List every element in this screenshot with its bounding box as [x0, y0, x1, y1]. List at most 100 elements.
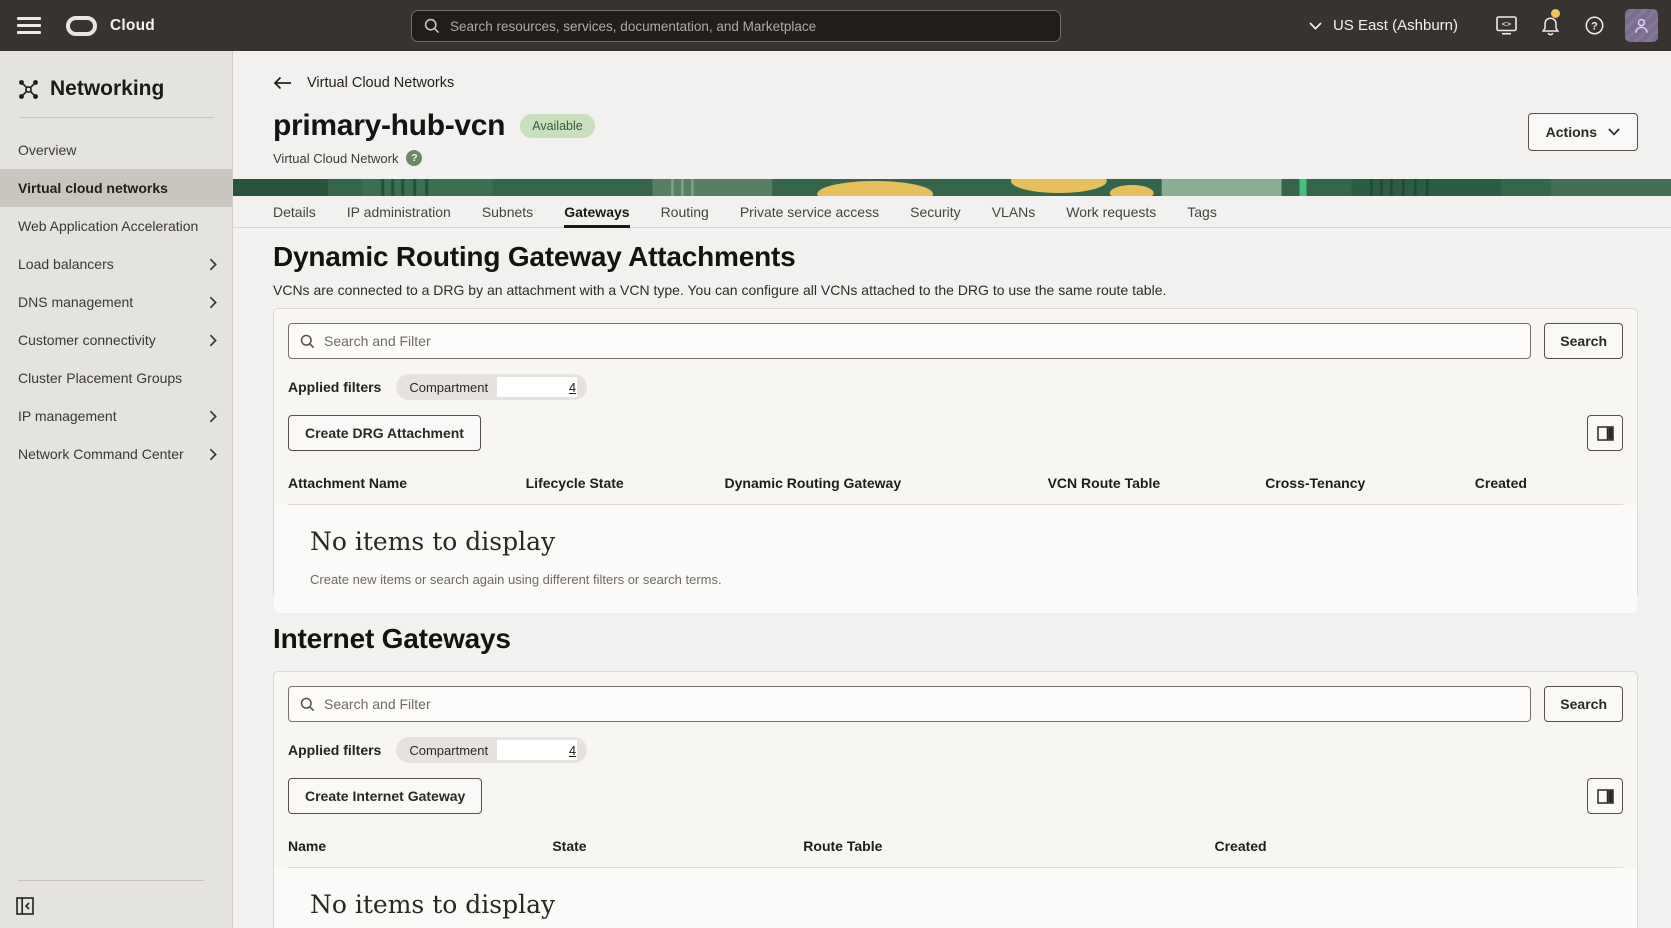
chevron-right-icon — [209, 448, 217, 461]
breadcrumb-link[interactable]: Virtual Cloud Networks — [307, 75, 454, 91]
drg-search-input[interactable] — [324, 333, 1519, 349]
create-internet-gateway-button[interactable]: Create Internet Gateway — [288, 778, 482, 814]
sidebar-item-cluster-placement-groups[interactable]: Cluster Placement Groups — [0, 359, 232, 397]
tab-security[interactable]: Security — [910, 196, 961, 227]
tab-details[interactable]: Details — [273, 196, 316, 227]
column-header-name: Name — [288, 838, 552, 854]
drg-section-title: Dynamic Routing Gateway Attachments — [273, 241, 796, 273]
global-search-bar[interactable] — [411, 10, 1061, 42]
compartment-filter-chip[interactable]: Compartment 4 — [396, 737, 587, 763]
main-content: Virtual Cloud Networks primary-hub-vcn A… — [233, 51, 1671, 928]
sidebar-item-dns-management[interactable]: DNS management — [0, 283, 232, 321]
compartment-filter-chip[interactable]: Compartment 4 — [396, 374, 587, 400]
drg-empty-state: No items to display Create new items or … — [274, 505, 1637, 613]
back-arrow-icon — [273, 76, 292, 90]
sidebar-item-label: Virtual cloud networks — [18, 180, 168, 196]
column-header-cross-tenancy: Cross-Tenancy — [1265, 475, 1475, 491]
collapse-panel-icon — [16, 897, 34, 915]
cloud-shell-button[interactable]: <> — [1484, 16, 1528, 35]
filter-chip-link[interactable]: 4 — [569, 380, 576, 395]
sidebar-navigation: Networking Overview Virtual cloud networ… — [0, 51, 233, 928]
igw-empty-state: No items to display Create new items or … — [274, 868, 1637, 928]
user-avatar[interactable] — [1625, 9, 1658, 42]
sidebar-item-web-application-acceleration[interactable]: Web Application Acceleration — [0, 207, 232, 245]
tab-tags[interactable]: Tags — [1187, 196, 1217, 227]
filter-chip-name: Compartment — [409, 380, 488, 395]
sidebar-item-label: Web Application Acceleration — [18, 218, 198, 234]
resource-type-label: Virtual Cloud Network — [273, 151, 398, 166]
column-header-attachment-name: Attachment Name — [288, 475, 526, 491]
column-header-created: Created — [1214, 838, 1623, 854]
help-icon: ? — [1585, 16, 1604, 35]
sidebar-item-label: Load balancers — [18, 256, 114, 272]
drg-search-field[interactable] — [288, 323, 1531, 359]
tab-private-service-access[interactable]: Private service access — [740, 196, 879, 227]
tab-ip-administration[interactable]: IP administration — [347, 196, 451, 227]
empty-state-message: Create new items or search again using d… — [310, 572, 1601, 587]
actions-button[interactable]: Actions — [1528, 113, 1638, 151]
drg-table-header: Attachment Name Lifecycle State Dynamic … — [288, 475, 1623, 505]
sidebar-divider — [20, 117, 214, 118]
sidebar-item-label: Overview — [18, 142, 76, 158]
region-selector[interactable]: US East (Ashburn) — [1309, 17, 1458, 34]
igw-search-field[interactable] — [288, 686, 1531, 722]
column-header-route-table: Route Table — [803, 838, 1214, 854]
chevron-right-icon — [209, 258, 217, 271]
help-button[interactable]: ? — [1572, 16, 1616, 35]
breadcrumb[interactable]: Virtual Cloud Networks — [273, 75, 454, 91]
sidebar-item-overview[interactable]: Overview — [0, 131, 232, 169]
hamburger-menu-icon[interactable] — [17, 17, 41, 34]
page-title: primary-hub-vcn — [273, 109, 505, 143]
decorative-banner — [233, 179, 1671, 196]
chevron-down-icon — [1608, 128, 1620, 136]
status-badge: Available — [520, 114, 595, 138]
sidebar-bottom-divider — [18, 880, 204, 881]
chevron-right-icon — [209, 296, 217, 309]
chevron-right-icon — [209, 410, 217, 423]
column-header-vcn-route-table: VCN Route Table — [1048, 475, 1266, 491]
user-icon — [1634, 18, 1649, 34]
drg-section-description: VCNs are connected to a DRG by an attach… — [273, 282, 1166, 298]
global-search-input[interactable] — [450, 19, 1048, 34]
tab-vlans[interactable]: VLANs — [992, 196, 1036, 227]
chevron-right-icon — [209, 334, 217, 347]
collapse-sidebar-button[interactable] — [16, 897, 34, 915]
filter-chip-name: Compartment — [409, 743, 488, 758]
sidebar-item-network-command-center[interactable]: Network Command Center — [0, 435, 232, 473]
sidebar-item-label: Customer connectivity — [18, 332, 156, 348]
igw-column-settings-button[interactable] — [1587, 778, 1623, 814]
drg-column-settings-button[interactable] — [1587, 415, 1623, 451]
tab-subnets[interactable]: Subnets — [482, 196, 533, 227]
sidebar-item-customer-connectivity[interactable]: Customer connectivity — [0, 321, 232, 359]
drg-attachments-panel: Search Applied filters Compartment 4 Cre… — [273, 308, 1638, 598]
empty-state-title: No items to display — [310, 890, 1601, 919]
oracle-logo-icon — [66, 16, 97, 36]
notification-badge-dot — [1551, 9, 1560, 18]
svg-text:<>: <> — [1501, 20, 1511, 29]
tab-routing[interactable]: Routing — [661, 196, 709, 227]
oracle-cloud-logo[interactable]: Cloud — [66, 16, 155, 36]
tab-gateways[interactable]: Gateways — [564, 196, 629, 227]
subtitle-help-icon[interactable]: ? — [406, 150, 422, 166]
igw-search-input[interactable] — [324, 696, 1519, 712]
table-columns-icon — [1597, 426, 1614, 441]
igw-table-header: Name State Route Table Created — [288, 838, 1623, 868]
sidebar-item-ip-management[interactable]: IP management — [0, 397, 232, 435]
create-drg-attachment-button[interactable]: Create DRG Attachment — [288, 415, 481, 451]
igw-section-title: Internet Gateways — [273, 623, 511, 655]
networking-icon — [18, 79, 39, 100]
filter-chip-redacted-value: 4 — [497, 740, 577, 760]
sidebar-item-load-balancers[interactable]: Load balancers — [0, 245, 232, 283]
brand-label: Cloud — [110, 17, 155, 35]
tab-work-requests[interactable]: Work requests — [1066, 196, 1156, 227]
empty-state-title: No items to display — [310, 527, 1601, 556]
sidebar-item-virtual-cloud-networks[interactable]: Virtual cloud networks — [0, 169, 232, 207]
notifications-button[interactable] — [1528, 16, 1572, 36]
igw-search-button[interactable]: Search — [1544, 686, 1623, 722]
filter-chip-link[interactable]: 4 — [569, 743, 576, 758]
sidebar-item-label: Cluster Placement Groups — [18, 370, 182, 386]
search-icon — [424, 18, 440, 34]
column-header-state: State — [552, 838, 803, 854]
column-header-created: Created — [1475, 475, 1623, 491]
drg-search-button[interactable]: Search — [1544, 323, 1623, 359]
